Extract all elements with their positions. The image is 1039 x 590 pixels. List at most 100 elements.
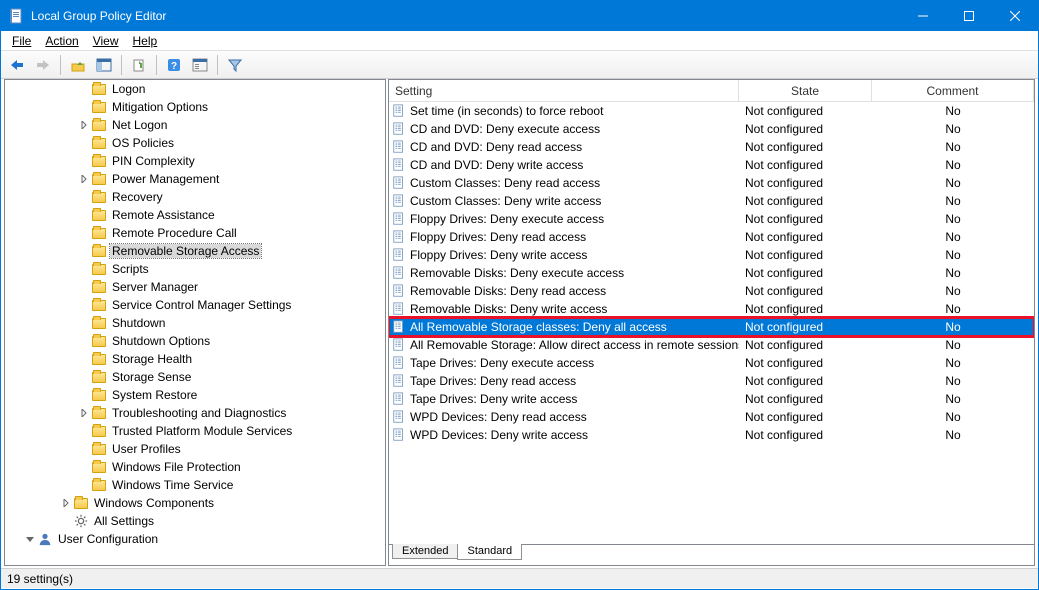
list-row[interactable]: Removable Disks: Deny execute accessNot … [389,264,1034,282]
forward-button[interactable] [31,54,55,76]
tree-item[interactable]: User Configuration [5,530,385,548]
up-button[interactable] [66,54,90,76]
list-row[interactable]: Floppy Drives: Deny read accessNot confi… [389,228,1034,246]
properties-button[interactable] [188,54,212,76]
tree-item[interactable]: Trusted Platform Module Services [5,422,385,440]
expand-icon[interactable] [77,175,91,183]
tree-item[interactable]: Removable Storage Access [5,242,385,260]
tree-item[interactable]: Storage Health [5,350,385,368]
setting-state: Not configured [739,212,872,226]
tab-extended[interactable]: Extended [392,544,458,559]
tree-item[interactable]: Logon [5,80,385,98]
minimize-button[interactable] [900,1,946,31]
list-row[interactable]: All Removable Storage classes: Deny all … [389,318,1034,336]
list-row[interactable]: Removable Disks: Deny write accessNot co… [389,300,1034,318]
tree-item[interactable]: OS Policies [5,134,385,152]
list-row[interactable]: Custom Classes: Deny write accessNot con… [389,192,1034,210]
list-row[interactable]: WPD Devices: Deny write accessNot config… [389,426,1034,444]
tree-item-label: System Restore [110,388,199,402]
expand-icon[interactable] [59,499,73,507]
list-row[interactable]: Floppy Drives: Deny write accessNot conf… [389,246,1034,264]
tree-item[interactable]: All Settings [5,512,385,530]
tree-item[interactable]: Troubleshooting and Diagnostics [5,404,385,422]
setting-state: Not configured [739,194,872,208]
close-button[interactable] [992,1,1038,31]
tree-item[interactable]: Storage Sense [5,368,385,386]
tree-item[interactable]: Mitigation Options [5,98,385,116]
list-row[interactable]: Tape Drives: Deny write accessNot config… [389,390,1034,408]
menu-file[interactable]: File [5,33,38,49]
setting-name: CD and DVD: Deny read access [410,140,582,154]
setting-comment: No [872,320,1034,334]
show-hide-tree-button[interactable] [92,54,116,76]
tree-item-label: Windows Components [92,496,216,510]
help-button[interactable]: ? [162,54,186,76]
tab-strip: Extended Standard [388,545,1035,566]
expand-icon[interactable] [23,535,37,543]
folder-icon [91,351,107,367]
tree-item[interactable]: Windows File Protection [5,458,385,476]
policy-icon [391,157,407,173]
list-row[interactable]: CD and DVD: Deny write accessNot configu… [389,156,1034,174]
tree-item[interactable]: Scripts [5,260,385,278]
gear-icon [73,513,89,529]
list-row[interactable]: CD and DVD: Deny read accessNot configur… [389,138,1034,156]
list-row[interactable]: WPD Devices: Deny read accessNot configu… [389,408,1034,426]
toolbar: ? [1,51,1038,79]
list-row[interactable]: CD and DVD: Deny execute accessNot confi… [389,120,1034,138]
expand-icon[interactable] [77,121,91,129]
column-comment[interactable]: Comment [872,80,1034,101]
tree-view[interactable]: LogonMitigation OptionsNet LogonOS Polic… [5,80,385,565]
list-row[interactable]: Custom Classes: Deny read accessNot conf… [389,174,1034,192]
tree-item[interactable]: Server Manager [5,278,385,296]
menu-view[interactable]: View [86,33,126,49]
tree-item[interactable]: Remote Procedure Call [5,224,385,242]
menu-help[interactable]: Help [126,33,165,49]
tree-item[interactable]: Net Logon [5,116,385,134]
tree-item[interactable]: System Restore [5,386,385,404]
list-row[interactable]: Tape Drives: Deny read accessNot configu… [389,372,1034,390]
back-button[interactable] [5,54,29,76]
maximize-button[interactable] [946,1,992,31]
tree-item[interactable]: Windows Time Service [5,476,385,494]
tree-item[interactable]: Power Management [5,170,385,188]
tree-item[interactable]: PIN Complexity [5,152,385,170]
setting-state: Not configured [739,338,872,352]
folder-icon [91,477,107,493]
tree-item[interactable]: Shutdown Options [5,332,385,350]
tree-item[interactable]: User Profiles [5,440,385,458]
tree-item[interactable]: Service Control Manager Settings [5,296,385,314]
list-row[interactable]: Set time (in seconds) to force rebootNot… [389,102,1034,120]
tree-item[interactable]: Shutdown [5,314,385,332]
folder-icon [91,405,107,421]
tab-standard[interactable]: Standard [457,544,522,560]
list-row[interactable]: All Removable Storage: Allow direct acce… [389,336,1034,354]
setting-state: Not configured [739,374,872,388]
tree-item-label: Remote Procedure Call [110,226,239,240]
filter-button[interactable] [223,54,247,76]
list-row[interactable]: Floppy Drives: Deny execute accessNot co… [389,210,1034,228]
list-row[interactable]: Removable Disks: Deny read accessNot con… [389,282,1034,300]
setting-state: Not configured [739,284,872,298]
tree-item[interactable]: Remote Assistance [5,206,385,224]
column-state[interactable]: State [739,80,872,101]
setting-state: Not configured [739,104,872,118]
setting-comment: No [872,158,1034,172]
policy-icon [391,427,407,443]
folder-icon [91,99,107,115]
tree-item[interactable]: Windows Components [5,494,385,512]
tree-item-label: Power Management [110,172,221,186]
list-body[interactable]: Set time (in seconds) to force rebootNot… [389,102,1034,544]
tree-item[interactable]: Recovery [5,188,385,206]
tree-item-label: User Profiles [110,442,183,456]
list-row[interactable]: Tape Drives: Deny execute accessNot conf… [389,354,1034,372]
expand-icon[interactable] [77,409,91,417]
folder-icon [91,279,107,295]
setting-name: All Removable Storage classes: Deny all … [410,320,667,334]
column-setting[interactable]: Setting [389,80,739,101]
folder-icon [91,297,107,313]
setting-comment: No [872,428,1034,442]
export-button[interactable] [127,54,151,76]
setting-state: Not configured [739,302,872,316]
menu-action[interactable]: Action [38,33,85,49]
